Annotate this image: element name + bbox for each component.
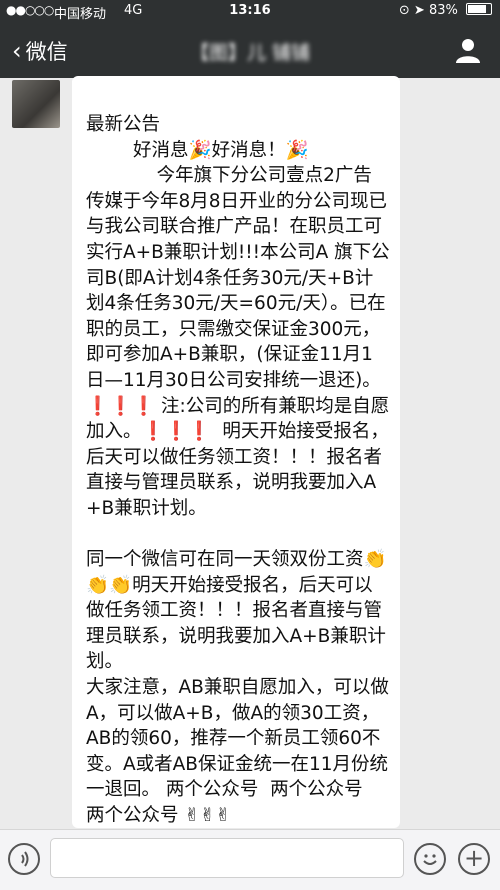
status-bar: ●●○○○ 中国移动 4G 13:16 ⊙ ➤ 83% [0, 0, 500, 22]
navigation-bar: ‹ 微信 【图】儿 铺铺 [0, 22, 500, 78]
message-input[interactable] [50, 838, 404, 878]
input-toolbar: + [0, 829, 500, 890]
smiley-face-icon [423, 854, 437, 865]
location-icon: ➤ [413, 3, 425, 18]
status-right: ⊙ ➤ 83% [399, 3, 492, 18]
battery-percent: 83% [428, 3, 458, 18]
message-bubble: 最新公告 好消息🎉好消息！🎉 今年旗下分公司壹点2广告传媒于今年8月8日开业的分… [72, 76, 400, 828]
plus-icon[interactable]: + [458, 843, 490, 875]
voice-wave-icon [21, 851, 29, 867]
lock-rotation-icon: ⊙ [398, 3, 410, 18]
chat-title: 【图】儿 铺铺 [189, 42, 311, 64]
person-icon[interactable] [454, 36, 482, 64]
voice-icon[interactable] [8, 843, 40, 875]
battery-icon [466, 3, 492, 15]
emoji-icon[interactable] [414, 843, 446, 875]
sender-avatar[interactable] [12, 80, 60, 128]
message-text: 最新公告 好消息🎉好消息！🎉 今年旗下分公司壹点2广告传媒于今年8月8日开业的分… [86, 114, 390, 827]
